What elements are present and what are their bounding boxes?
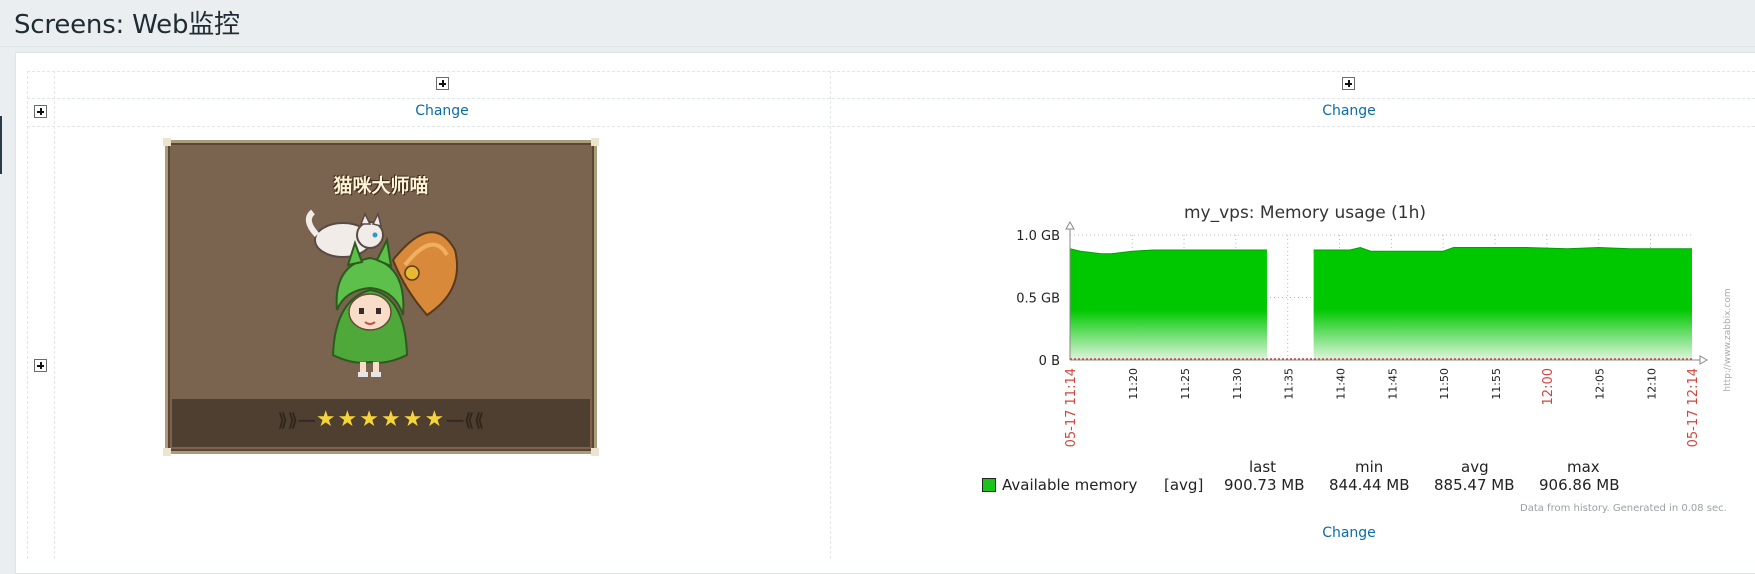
add-row-button[interactable] [34,105,47,118]
legend-value-max: 906.86 MB [1539,476,1620,494]
y-tick-label: 0 B [1039,354,1060,369]
zabbix-watermark: http://www.zabbix.com [1723,288,1733,391]
x-tick-label: 11:25 [1179,368,1192,400]
change-link-image-cell[interactable]: Change [415,103,469,119]
x-tick-label: 11:30 [1231,368,1244,400]
legend-header-avg: avg [1461,458,1489,476]
y-tick-label: 1.0 GB [1016,229,1060,244]
x-tick-label: 11:45 [1386,368,1399,400]
page-title: Screens: Web监控 [14,10,240,40]
legend-header-min: min [1355,458,1384,476]
legend-header-last: last [1249,458,1277,476]
x-tick-label: 05-17 12:14 [1686,368,1701,447]
rarity-bar: ⟫⟫—★★★★★★—⟪⟪ [172,399,590,447]
rarity-stars: ⟫⟫—★★★★★★—⟪⟪ [277,407,485,432]
x-tick-label: 11:20 [1127,368,1140,400]
series-area-available-memory [1313,247,1692,360]
y-axis-arrow [1065,220,1075,230]
legend-value-min: 844.44 MB [1329,476,1410,494]
x-tick-label: 12:00 [1541,368,1556,405]
x-tick-label: 11:35 [1283,368,1296,400]
memory-usage-graph: 0 B 0.5 GB 1.0 GB 05-17 11:14 11:20 11:25 11:3… [1016,220,1733,447]
legend-item-name: Available memory [1002,476,1138,494]
legend-function: [avg] [1164,476,1204,494]
star-rating: ★★★★★★ [315,407,447,432]
x-axis-arrow [1699,355,1709,365]
legend-color-swatch [982,478,996,492]
add-column-button[interactable] [436,77,449,90]
legend-value-avg: 885.47 MB [1434,476,1515,494]
x-tick-label: 12:10 [1646,368,1659,400]
x-tick-label: 11:50 [1438,368,1451,400]
y-tick-label: 0.5 GB [1016,292,1060,307]
grid-column-divider [54,71,55,559]
grid-column-divider [830,71,831,559]
add-row-button[interactable] [34,359,47,372]
legend-value-last: 900.73 MB [1224,476,1305,494]
x-tick-label: 05-17 11:14 [1064,368,1079,447]
change-link-graph-bottom[interactable]: Change [1322,525,1376,541]
x-tick-label: 11:40 [1335,368,1348,400]
graph-footnote: Data from history. Generated in 0.08 sec… [1520,503,1727,514]
grid-column-divider [27,71,28,559]
sidebar-collapse-handle[interactable] [0,116,2,174]
legend-header-max: max [1567,458,1600,476]
x-tick-label: 12:05 [1594,368,1607,400]
game-character-image: 猫咪大师喵 ⟫⟫—★★★★★★—⟪⟪ [163,138,599,456]
series-area-available-memory [1070,248,1267,360]
x-tick-label: 11:55 [1490,368,1503,400]
